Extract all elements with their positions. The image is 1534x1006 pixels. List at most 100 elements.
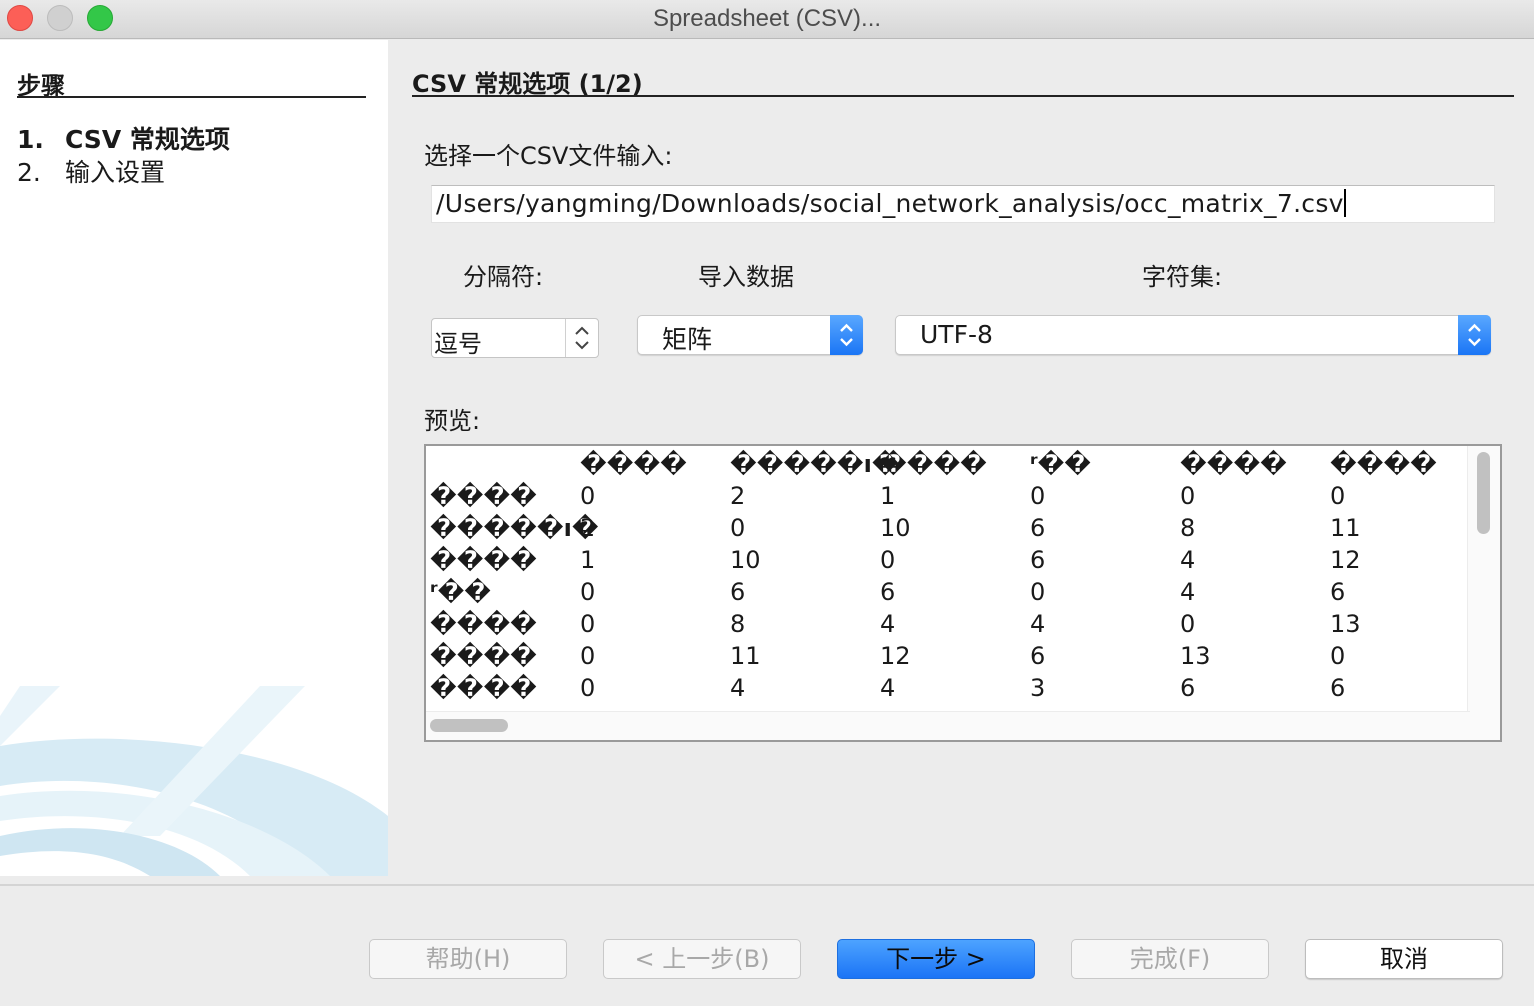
preview-cell: 6 xyxy=(730,578,746,606)
import-data-dropdown-button[interactable] xyxy=(830,315,863,355)
separator-dropdown-toggle[interactable] xyxy=(565,319,598,357)
preview-cell: 8 xyxy=(1180,514,1196,542)
preview-cell: 11 xyxy=(1330,514,1361,542)
preview-cell: 6 xyxy=(880,578,896,606)
vertical-scrollbar[interactable] xyxy=(1467,446,1500,712)
preview-cell: 4 xyxy=(730,674,746,702)
window-title: Spreadsheet (CSV)... xyxy=(652,5,882,32)
separator-label: 分隔符: xyxy=(463,263,544,291)
preview-cell: 4 xyxy=(1180,546,1196,574)
next-step-button[interactable]: 下一步 > xyxy=(837,939,1035,979)
preview-cell: 0 xyxy=(880,546,896,574)
preview-table[interactable]: ���� �����ı� ���� ʳ�� ���� ���� ���� 0 2 1 0 0 0 ����… xyxy=(424,444,1502,742)
preview-label: 预览: xyxy=(424,407,481,435)
preview-cell: ���� xyxy=(430,642,537,670)
preview-cell: 1 xyxy=(880,482,896,510)
text-caret xyxy=(1343,189,1346,217)
import-data-value: 矩阵 xyxy=(662,325,713,354)
preview-cell: 10 xyxy=(730,546,761,574)
section-title: CSV 常规选项 (1/2) xyxy=(412,70,643,98)
preview-cell: 12 xyxy=(880,642,911,670)
preview-cell: 0 xyxy=(580,482,596,510)
import-data-label: 导入数据 xyxy=(698,263,794,291)
help-button[interactable]: 帮助(H) xyxy=(369,939,567,979)
preview-cell: 0 xyxy=(730,514,746,542)
preview-cell: ʳ�� xyxy=(430,578,492,606)
preview-cell: 0 xyxy=(580,610,596,638)
step-number: 1. xyxy=(17,125,44,154)
import-data-select[interactable]: 矩阵 xyxy=(637,315,863,355)
updown-chevron-icon xyxy=(575,326,589,350)
preview-header-cell: ���� xyxy=(580,450,687,478)
preview-cell: 6 xyxy=(1180,674,1196,702)
decorative-swoosh xyxy=(0,686,388,876)
preview-cell: 12 xyxy=(1330,546,1361,574)
preview-cell: 1 xyxy=(580,546,596,574)
preview-header-cell: ʳ�� xyxy=(1030,450,1092,478)
preview-cell: 6 xyxy=(1030,514,1046,542)
step-label: 输入设置 xyxy=(65,158,166,187)
preview-cell: �����ı� xyxy=(430,514,599,542)
file-path-value: /Users/yangming/Downloads/social_network… xyxy=(436,189,1344,218)
step-item-input-settings: 2. 输入设置 xyxy=(17,153,165,189)
preview-cell: 13 xyxy=(1180,642,1211,670)
preview-cell: 0 xyxy=(580,674,596,702)
preview-cell: ���� xyxy=(430,482,537,510)
preview-cell: 11 xyxy=(730,642,761,670)
preview-cell: 0 xyxy=(1180,610,1196,638)
preview-cell: 0 xyxy=(1330,642,1346,670)
preview-cell: 6 xyxy=(1030,642,1046,670)
vertical-scroll-thumb[interactable] xyxy=(1477,452,1490,534)
preview-cell: 2 xyxy=(580,514,596,542)
preview-cell: 6 xyxy=(1030,546,1046,574)
preview-cell: ���� xyxy=(430,610,537,638)
charset-label: 字符集: xyxy=(1142,263,1223,291)
preview-cell: 0 xyxy=(1180,482,1196,510)
preview-cell: 0 xyxy=(1330,482,1346,510)
steps-panel: 步骤 1. CSV 常规选项 2. 输入设置 xyxy=(0,40,388,876)
separator-combobox[interactable]: 逗号 xyxy=(431,318,599,358)
preview-cell: 6 xyxy=(1330,578,1346,606)
footer-divider xyxy=(0,884,1534,886)
scroll-corner xyxy=(1468,712,1500,740)
preview-cell: ���� xyxy=(430,546,537,574)
charset-select[interactable]: UTF-8 xyxy=(895,315,1491,355)
preview-header-cell: �����ı� xyxy=(730,450,899,478)
preview-cell: 8 xyxy=(730,610,746,638)
preview-cell: 0 xyxy=(580,642,596,670)
preview-cell: 6 xyxy=(1330,674,1346,702)
previous-step-button[interactable]: < 上一步(B) xyxy=(603,939,801,979)
section-divider xyxy=(412,95,1514,97)
finish-button[interactable]: 完成(F) xyxy=(1071,939,1269,979)
preview-cell: 10 xyxy=(880,514,911,542)
preview-header-cell: ���� xyxy=(1330,450,1437,478)
title-bar: Spreadsheet (CSV)... xyxy=(0,0,1534,39)
preview-cell: 4 xyxy=(1030,610,1046,638)
step-number: 2. xyxy=(17,158,41,187)
horizontal-scroll-thumb[interactable] xyxy=(430,719,508,732)
preview-cell: 3 xyxy=(1030,674,1046,702)
steps-divider xyxy=(17,96,366,98)
preview-cell: 13 xyxy=(1330,610,1361,638)
file-label: 选择一个CSV文件输入: xyxy=(424,142,673,170)
step-label: CSV 常规选项 xyxy=(65,125,230,154)
updown-chevron-icon xyxy=(1468,323,1481,347)
preview-header-cell: ���� xyxy=(1180,450,1287,478)
cancel-button[interactable]: 取消 xyxy=(1305,939,1503,979)
charset-dropdown-button[interactable] xyxy=(1458,315,1491,355)
preview-cell: ���� xyxy=(430,674,537,702)
step-item-csv-options: 1. CSV 常规选项 xyxy=(17,120,230,156)
horizontal-scrollbar[interactable] xyxy=(426,711,1470,740)
preview-header-cell: ���� xyxy=(880,450,987,478)
separator-value: 逗号 xyxy=(434,330,482,358)
updown-chevron-icon xyxy=(840,323,853,347)
preview-cell: 0 xyxy=(580,578,596,606)
preview-cell: 0 xyxy=(1030,578,1046,606)
preview-cell: 4 xyxy=(880,610,896,638)
preview-cell: 4 xyxy=(880,674,896,702)
preview-cell: 4 xyxy=(1180,578,1196,606)
preview-cell: 2 xyxy=(730,482,746,510)
file-path-input[interactable]: /Users/yangming/Downloads/social_network… xyxy=(431,185,1495,223)
charset-value: UTF-8 xyxy=(920,320,993,349)
preview-cell: 0 xyxy=(1030,482,1046,510)
